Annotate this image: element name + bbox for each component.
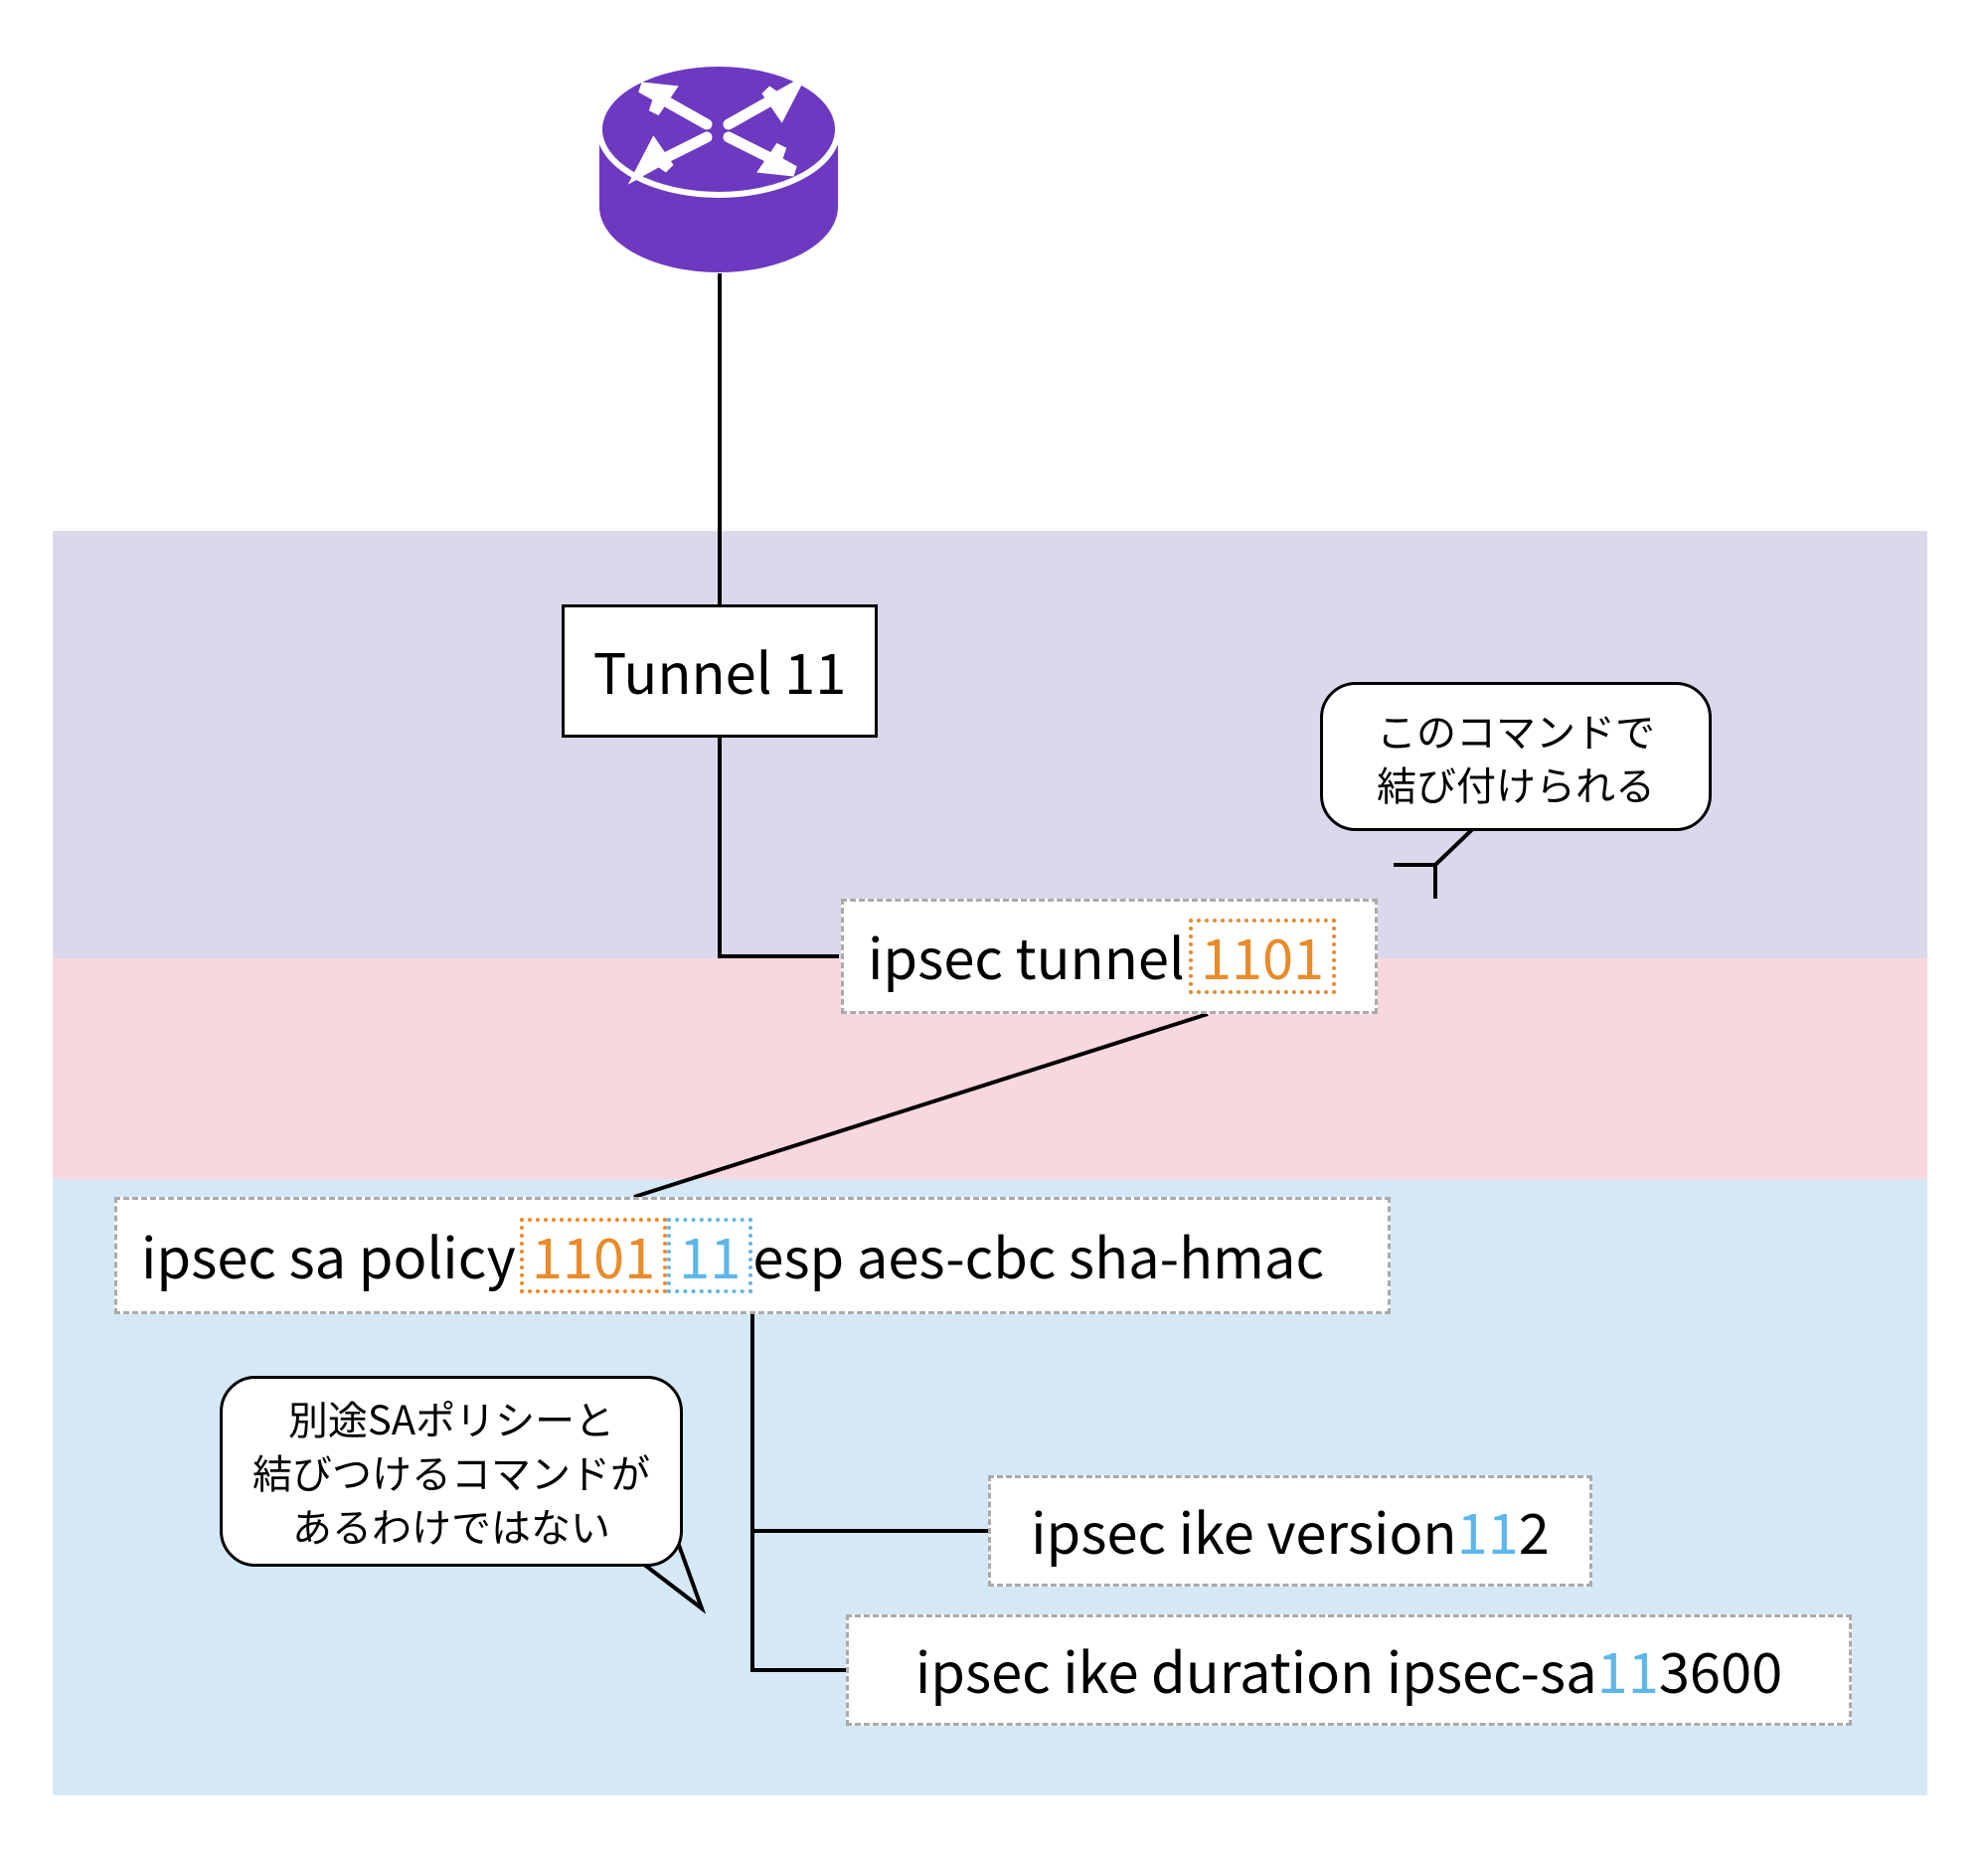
callout-no-extra-bind: 別途SAポリシーと 結びつけるコマンドが あるわけではない (220, 1376, 683, 1567)
node-tunnel-label: Tunnel 11 (593, 639, 847, 703)
callout-2-line-3: あるわけではない (292, 1496, 610, 1554)
sa-policy-suffix: esp aes-cbc sha-hmac (752, 1224, 1324, 1287)
node-ike-version: ipsec ike version 11 2 (988, 1475, 1592, 1587)
callout-2-line-1: 別途SAポリシーと (288, 1389, 614, 1446)
ike-version-suffix: 2 (1519, 1499, 1550, 1563)
node-ipsec-tunnel: ipsec tunnel 1101 (841, 899, 1378, 1014)
sa-policy-num-blue: 11 (667, 1218, 752, 1293)
ike-duration-suffix: 3600 (1659, 1638, 1782, 1702)
callout-1-line-1: このコマンドで (1377, 701, 1655, 758)
callout-1-line-2: 結び付けられる (1377, 755, 1655, 812)
node-tunnel: Tunnel 11 (562, 604, 878, 738)
ipsec-tunnel-prefix: ipsec tunnel (868, 925, 1185, 988)
ipsec-tunnel-num-orange: 1101 (1189, 919, 1336, 994)
router-icon (589, 30, 848, 288)
ike-duration-prefix: ipsec ike duration ipsec-sa (915, 1638, 1597, 1702)
node-sa-policy: ipsec sa policy 1101 11 esp aes-cbc sha-… (114, 1197, 1391, 1314)
sa-policy-prefix: ipsec sa policy (141, 1224, 516, 1287)
callout-2-line-2: 結びつけるコマンドが (252, 1442, 650, 1500)
ike-version-num-blue: 11 (1457, 1499, 1519, 1563)
callout-bind-command: このコマンドで 結び付けられる (1320, 682, 1712, 831)
ike-duration-num-blue: 11 (1597, 1638, 1659, 1702)
node-ike-duration: ipsec ike duration ipsec-sa 11 3600 (846, 1614, 1852, 1726)
ike-version-prefix: ipsec ike version (1031, 1499, 1456, 1563)
sa-policy-num-orange: 1101 (520, 1218, 667, 1293)
